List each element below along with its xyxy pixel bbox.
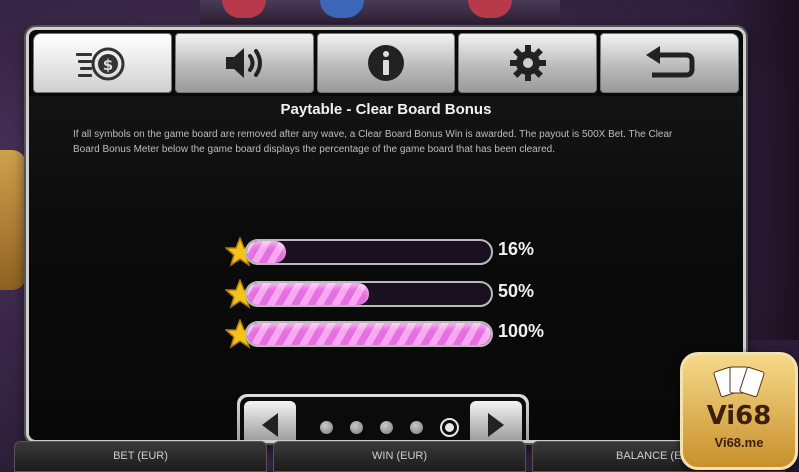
meter-track — [245, 321, 493, 347]
coins-icon: $ — [76, 47, 125, 81]
paytable-title: Paytable - Clear Board Bonus — [280, 101, 492, 118]
info-icon — [367, 45, 404, 81]
page-navigator — [237, 394, 529, 440]
meter-fill — [247, 283, 369, 305]
pager-inner — [240, 397, 526, 440]
speaker-icon — [226, 48, 263, 78]
tab-settings[interactable] — [458, 33, 598, 93]
meter-percent: 50% — [498, 281, 535, 301]
page-dot[interactable] — [380, 421, 393, 434]
tab-paytable[interactable]: $ — [33, 33, 172, 93]
page-dot[interactable] — [440, 418, 459, 437]
bonus-meter: 16% — [225, 236, 555, 267]
logo-text: Vi68 — [706, 401, 772, 431]
cards-icon — [713, 366, 765, 398]
svg-text:$: $ — [103, 56, 113, 74]
next-page-button[interactable] — [470, 401, 522, 440]
tab-sound[interactable] — [174, 33, 314, 93]
meter-percent: 100% — [498, 321, 545, 341]
bonus-meter: 50% — [225, 278, 555, 309]
paytable-content: Paytable - Clear Board Bonus If all symb… — [29, 96, 743, 440]
meter-fill — [247, 241, 287, 263]
page-dot[interactable] — [410, 421, 423, 434]
return-arrow-icon — [645, 46, 695, 78]
game-logo-fragment — [0, 150, 26, 290]
page-dot[interactable] — [320, 421, 333, 434]
tab-info[interactable] — [316, 33, 456, 93]
menu-tab-bar: $ — [33, 33, 739, 93]
logo-url: Vi68.me — [714, 435, 764, 450]
page-dots — [320, 418, 460, 437]
bonus-meter: 100% — [225, 318, 555, 349]
page-dot[interactable] — [350, 421, 363, 434]
meter-percent: 16% — [498, 239, 535, 259]
tab-back[interactable] — [600, 33, 739, 93]
meter-track — [245, 239, 493, 265]
win-display: WIN (EUR) — [273, 441, 526, 472]
arrow-right-icon — [488, 413, 504, 437]
previous-page-button[interactable] — [244, 401, 296, 440]
meter-fill — [247, 323, 491, 345]
gear-icon — [509, 45, 546, 81]
paytable-description: If all symbols on the game board are rem… — [73, 129, 673, 155]
watermark-logo: Vi68 Vi68.me — [680, 352, 798, 470]
paytable-panel: $ Paytable - Clear Board Bonus If all sy… — [26, 27, 746, 443]
bet-display: BET (EUR) — [14, 441, 267, 472]
meter-track — [245, 281, 493, 307]
arrow-left-icon — [262, 413, 278, 437]
